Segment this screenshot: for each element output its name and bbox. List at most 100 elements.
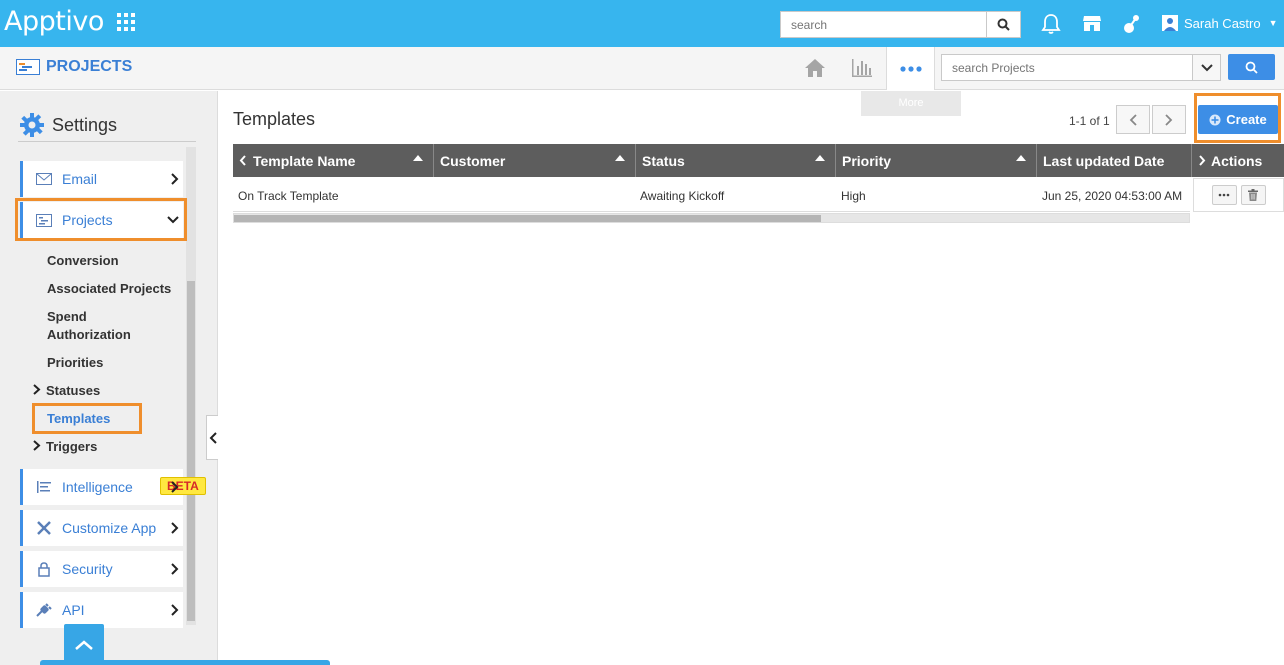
chevron-right-icon bbox=[171, 563, 179, 575]
sidebar-item-customize-app[interactable]: Customize App bbox=[20, 510, 183, 546]
search-filter-dropdown[interactable] bbox=[1192, 55, 1220, 80]
app-title[interactable]: PROJECTS bbox=[16, 58, 132, 76]
cell-template-name[interactable]: On Track Template bbox=[238, 189, 339, 203]
more-dots-icon bbox=[899, 65, 922, 72]
sidebar-subitem-priorities[interactable]: Priorities bbox=[47, 354, 103, 372]
column-label: Customer bbox=[440, 152, 506, 169]
tools-icon bbox=[36, 520, 52, 536]
list-icon bbox=[36, 479, 52, 495]
chevron-left-icon bbox=[239, 155, 246, 166]
templates-highlight bbox=[32, 403, 142, 434]
sort-up-icon[interactable] bbox=[1016, 155, 1026, 161]
sidebar-item-label: Security bbox=[62, 561, 113, 577]
sidebar-subitem-statuses[interactable]: Statuses bbox=[33, 382, 100, 400]
sidebar-scroll-thumb[interactable] bbox=[187, 281, 195, 621]
settings-title: Settings bbox=[20, 113, 117, 137]
sidebar-item-intelligence[interactable]: Intelligence BETA bbox=[20, 469, 206, 505]
sidebar-subitem-spend-authorization[interactable]: Spend Authorization bbox=[47, 308, 157, 344]
table-scroll-thumb[interactable] bbox=[234, 215, 821, 222]
more-nav-button[interactable] bbox=[886, 47, 935, 90]
user-menu[interactable]: Sarah Castro ▼ bbox=[1162, 15, 1278, 31]
home-icon bbox=[805, 59, 825, 77]
gear-icon bbox=[20, 113, 44, 137]
envelope-icon bbox=[36, 171, 52, 187]
column-label: Actions bbox=[1211, 152, 1263, 169]
connections-icon[interactable] bbox=[1122, 13, 1144, 35]
column-actions[interactable]: Actions bbox=[1192, 144, 1284, 177]
row-actions bbox=[1193, 178, 1284, 212]
sort-up-icon[interactable] bbox=[615, 155, 625, 161]
plug-icon bbox=[36, 602, 52, 618]
settings-title-label: Settings bbox=[52, 114, 118, 135]
collapse-sidebar-button[interactable] bbox=[206, 415, 218, 460]
chevron-right-icon bbox=[171, 173, 179, 185]
chevron-up-icon bbox=[75, 639, 93, 650]
cell-priority: High bbox=[841, 189, 866, 203]
chevron-right-icon bbox=[171, 522, 179, 534]
table-header: Template Name Customer Status Priority L… bbox=[233, 144, 1284, 177]
chevron-left-icon bbox=[209, 431, 217, 444]
triggers-label: Triggers bbox=[46, 439, 98, 454]
chevron-left-icon bbox=[1129, 113, 1137, 126]
beta-badge: BETA bbox=[160, 477, 206, 495]
more-tooltip: More bbox=[861, 91, 961, 116]
lock-icon bbox=[36, 561, 52, 577]
next-page-button[interactable] bbox=[1152, 105, 1186, 134]
chevron-down-icon bbox=[1200, 63, 1213, 71]
apptivo-logo[interactable]: Apptivo bbox=[4, 6, 104, 37]
sidebar-subitem-associated-projects[interactable]: Associated Projects bbox=[47, 280, 171, 298]
trash-icon bbox=[1248, 189, 1258, 201]
column-priority[interactable]: Priority bbox=[836, 144, 1037, 177]
app-title-label: PROJECTS bbox=[46, 58, 133, 75]
sort-up-icon[interactable] bbox=[815, 155, 825, 161]
column-status[interactable]: Status bbox=[636, 144, 836, 177]
projects-icon bbox=[16, 59, 40, 75]
sort-up-icon[interactable] bbox=[413, 155, 423, 161]
cell-last-updated: Jun 25, 2020 04:53:00 AM bbox=[1042, 189, 1183, 203]
chevron-right-icon bbox=[33, 440, 41, 451]
user-name: Sarah Castro bbox=[1184, 15, 1261, 31]
global-search bbox=[780, 11, 1021, 38]
reports-nav-button[interactable] bbox=[839, 47, 885, 89]
top-bar: Apptivo Sarah Castro ▼ bbox=[0, 0, 1284, 47]
pagination-text: 1-1 of 1 bbox=[1069, 114, 1110, 128]
divider bbox=[18, 141, 196, 142]
column-label: Status bbox=[642, 152, 685, 169]
sidebar-item-email[interactable]: Email bbox=[20, 161, 183, 197]
statuses-label: Statuses bbox=[46, 383, 101, 398]
sidebar-item-api[interactable]: API bbox=[20, 592, 183, 628]
row-delete-button[interactable] bbox=[1240, 185, 1266, 205]
caret-down-icon: ▼ bbox=[1268, 18, 1278, 28]
projects-highlight bbox=[15, 198, 187, 241]
table-row[interactable]: On Track Template Awaiting Kickoff High … bbox=[233, 178, 1190, 212]
search-icon bbox=[997, 18, 1010, 31]
sidebar-subitem-conversion[interactable]: Conversion bbox=[47, 252, 119, 270]
chevron-right-icon bbox=[1199, 155, 1206, 166]
create-highlight bbox=[1194, 93, 1281, 143]
sidebar-subitem-triggers[interactable]: Triggers bbox=[33, 438, 97, 456]
app-grid-icon[interactable] bbox=[117, 13, 135, 31]
previous-page-button[interactable] bbox=[1116, 105, 1150, 134]
global-search-input[interactable] bbox=[781, 12, 987, 37]
table-horizontal-scrollbar[interactable] bbox=[233, 213, 1190, 223]
project-search bbox=[941, 54, 1221, 81]
store-icon[interactable] bbox=[1082, 13, 1104, 35]
cell-status: Awaiting Kickoff bbox=[640, 189, 725, 203]
column-customer[interactable]: Customer bbox=[434, 144, 636, 177]
sidebar-item-security[interactable]: Security bbox=[20, 551, 183, 587]
scroll-to-top-button[interactable] bbox=[64, 624, 104, 665]
bar-chart-icon bbox=[852, 59, 872, 77]
bottom-bar[interactable] bbox=[40, 660, 330, 665]
chevron-right-icon bbox=[171, 481, 179, 493]
bell-icon[interactable] bbox=[1041, 13, 1063, 35]
column-label: Last updated Date bbox=[1043, 152, 1165, 169]
column-last-updated-date[interactable]: Last updated Date bbox=[1037, 144, 1192, 177]
row-more-button[interactable] bbox=[1211, 185, 1237, 205]
chevron-right-icon bbox=[33, 384, 41, 395]
project-search-input[interactable] bbox=[942, 55, 1192, 80]
column-label: Priority bbox=[842, 152, 892, 169]
home-nav-button[interactable] bbox=[792, 47, 838, 89]
global-search-button[interactable] bbox=[986, 12, 1020, 37]
column-template-name[interactable]: Template Name bbox=[233, 144, 434, 177]
project-search-button[interactable] bbox=[1228, 54, 1275, 80]
